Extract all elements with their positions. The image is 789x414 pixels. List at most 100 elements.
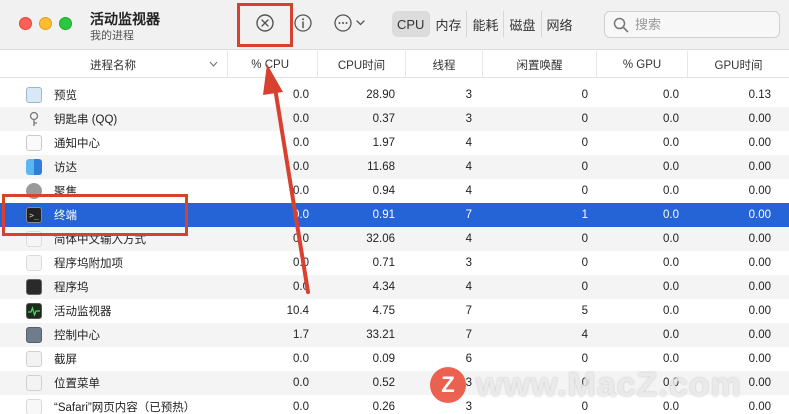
table-row[interactable]: 程序坞附加项 0.0 0.71 3 0 0.0 0.00 [0,251,789,275]
window-subtitle[interactable]: 我的进程 [90,27,134,43]
tab-network[interactable]: 网络 [541,11,578,37]
process-name: 通知中心 [54,138,100,150]
process-name: 预览 [54,90,77,102]
idle-wakes: 0 [581,257,588,269]
idle-wakes: 0 [581,233,588,245]
table-row[interactable]: 钥匙串 (QQ) 0.0 0.37 3 0 0.0 0.00 [0,107,789,131]
idle-wakes: 4 [581,329,588,341]
cpu-percent: 10.4 [286,305,309,317]
idle-wakes: 0 [581,137,588,149]
column-header-threads[interactable]: 线程 [405,51,482,78]
web-content-icon [26,399,42,414]
keychain-icon [26,111,42,127]
column-header-cpu[interactable]: % CPU [227,51,317,78]
cpu-time: 0.91 [372,209,395,221]
process-name: “Safari”网页内容（已预热） [54,402,196,414]
gpu-percent: 0.0 [663,185,679,197]
table-row[interactable]: 程序坞 0.0 4.34 4 0 0.0 0.00 [0,275,789,299]
cpu-time: 28.90 [366,89,395,101]
threads: 4 [465,161,472,173]
close-window-button[interactable] [19,17,32,30]
cpu-percent: 0.0 [293,353,309,365]
finder-icon [26,159,42,175]
threads: 4 [465,137,472,149]
gpu-time: 0.00 [748,209,771,221]
cpu-percent: 0.0 [293,161,309,173]
more-actions-button[interactable] [333,12,369,34]
gpu-percent: 0.0 [663,137,679,149]
process-name: 程序坞附加项 [54,258,123,270]
cpu-time: 32.06 [366,233,395,245]
gpu-percent: 0.0 [663,113,679,125]
watermark-text: www.MacZ.com [476,365,742,404]
gpu-percent: 0.0 [663,209,679,221]
gpu-time: 0.00 [748,329,771,341]
cpu-percent: 0.0 [293,89,309,101]
threads: 3 [465,113,472,125]
table-row[interactable]: 预览 0.0 28.90 3 0 0.0 0.13 [0,83,789,107]
gpu-time: 0.00 [748,137,771,149]
column-header-process-name[interactable]: 进程名称 [0,51,227,78]
gpu-percent: 0.0 [663,89,679,101]
gpu-time: 0.00 [748,305,771,317]
column-header-gpu[interactable]: % GPU [596,51,687,78]
zoom-window-button[interactable] [59,17,72,30]
table-row[interactable]: 活动监视器 10.4 4.75 7 5 0.0 0.00 [0,299,789,323]
cpu-time: 0.94 [372,185,395,197]
idle-wakes: 5 [581,305,588,317]
gpu-percent: 0.0 [663,281,679,293]
gpu-time: 0.00 [748,233,771,245]
cpu-percent: 0.0 [293,185,309,197]
cpu-percent: 0.0 [293,209,309,221]
cpu-time: 0.52 [372,377,395,389]
gpu-percent: 0.0 [663,305,679,317]
cpu-percent: 0.0 [293,257,309,269]
gpu-time: 0.00 [748,161,771,173]
search-box[interactable] [604,11,780,38]
cpu-time: 11.68 [367,161,395,173]
threads: 7 [465,305,472,317]
process-name: 程序坞 [54,282,89,294]
table-row[interactable]: 通知中心 0.0 1.97 4 0 0.0 0.00 [0,131,789,155]
preview-app-icon [26,87,42,103]
gpu-percent: 0.0 [663,257,679,269]
watermark-logo: Z [430,367,466,403]
process-name: 位置菜单 [54,378,100,390]
minimize-window-button[interactable] [39,17,52,30]
table-row[interactable]: 访达 0.0 11.68 4 0 0.0 0.00 [0,155,789,179]
cpu-percent: 0.0 [293,401,309,413]
screenshot-icon [26,351,42,367]
process-name: 钥匙串 (QQ) [54,114,118,126]
column-header-gpu-time[interactable]: GPU时间 [687,51,789,78]
process-name: 截屏 [54,354,77,366]
cpu-time: 4.34 [372,281,395,293]
notification-center-icon [26,135,42,151]
search-input[interactable] [635,17,775,32]
idle-wakes: 1 [581,209,588,221]
cpu-percent: 0.0 [293,137,309,149]
cpu-percent: 0.0 [293,281,309,293]
column-header-cpu-time[interactable]: CPU时间 [317,51,405,78]
gpu-time: 0.00 [748,257,771,269]
cpu-percent: 1.7 [293,329,309,341]
tab-disk[interactable]: 磁盘 [504,11,542,37]
cpu-time: 0.09 [372,353,395,365]
table-row[interactable]: 控制中心 1.7 33.21 7 4 0.0 0.00 [0,323,789,347]
cpu-percent: 0.0 [293,377,309,389]
tab-cpu[interactable]: CPU [392,11,431,37]
table-header: 进程名称 % CPU CPU时间 线程 闲置唤醒 % GPU GPU时间 [0,51,789,78]
tab-energy[interactable]: 能耗 [467,11,505,37]
more-actions-icon [334,14,365,32]
idle-wakes: 0 [581,89,588,101]
threads: 3 [465,257,472,269]
column-label: 进程名称 [90,59,136,72]
info-button[interactable] [292,12,314,34]
threads: 7 [465,329,472,341]
idle-wakes: 0 [581,281,588,293]
column-header-idle-wakes[interactable]: 闲置唤醒 [482,51,596,78]
activity-monitor-icon [26,303,42,319]
tab-bar: CPU 内存 能耗 磁盘 网络 [392,11,578,37]
location-menu-icon [26,375,42,391]
annotation-box-stop-button [237,3,293,47]
tab-memory[interactable]: 内存 [430,11,468,37]
